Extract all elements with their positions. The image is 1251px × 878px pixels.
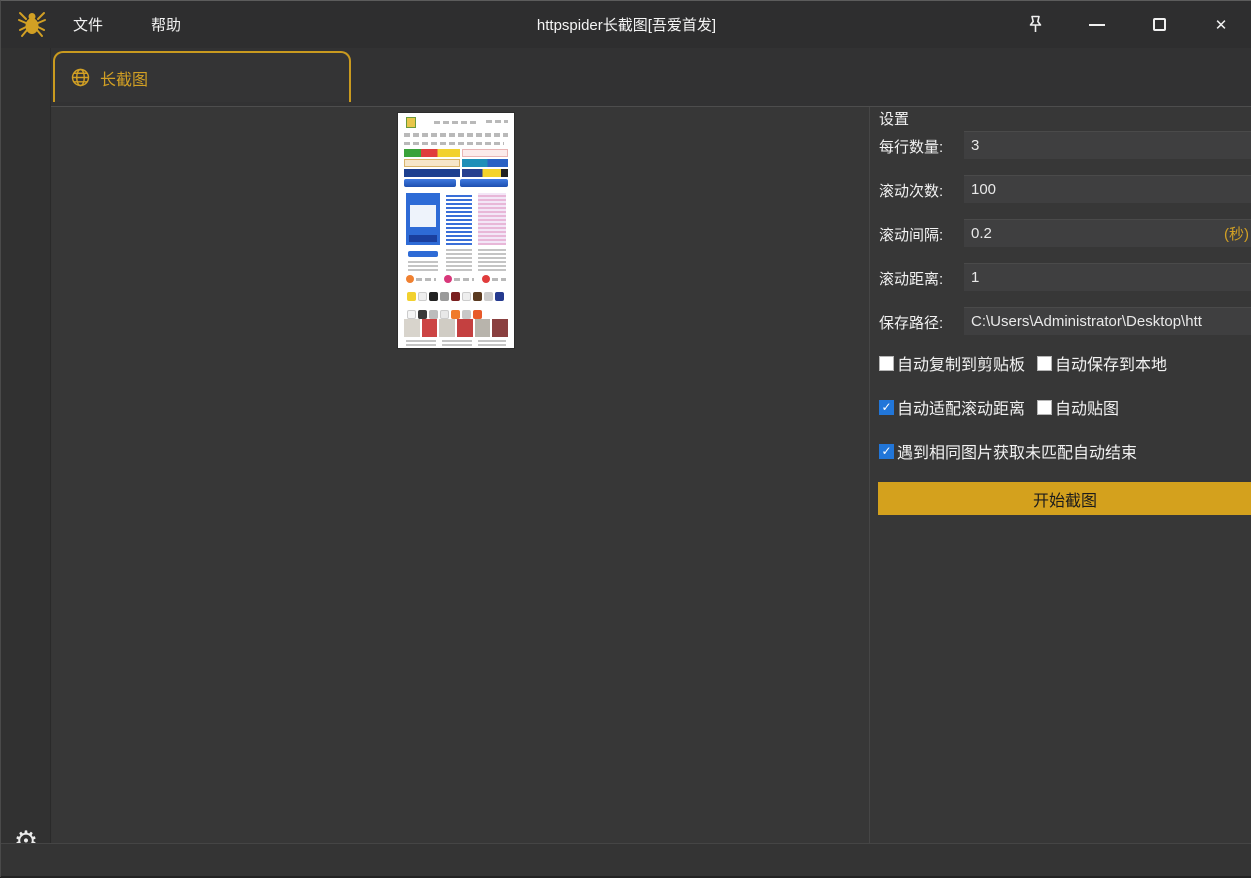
maximize-button[interactable] <box>1128 1 1190 48</box>
seconds-unit-label: (秒) <box>1224 223 1249 244</box>
menu-help[interactable]: 帮助 <box>143 10 189 39</box>
thumb-subnav <box>404 142 504 145</box>
scroll-distance-label: 滚动距离: <box>879 268 943 289</box>
thumb-button-bar-2 <box>460 179 508 187</box>
field-scroll-interval: 滚动间隔: 0.2 (秒) <box>870 219 1251 247</box>
thumb-footer-3 <box>478 340 506 346</box>
thumb-footer-2 <box>442 340 472 346</box>
field-save-path: 保存路径: C:\Users\Administrator\Desktop\htt <box>870 307 1251 335</box>
thumb-text-3 <box>408 261 438 271</box>
thumb-text-2 <box>478 249 506 271</box>
thumb-gallery-row <box>404 319 508 337</box>
field-scroll-distance: 滚动距离: 1 <box>870 263 1251 291</box>
checkbox-row-1: 自动复制到剪贴板 自动保存到本地 <box>879 351 1167 375</box>
checkbox-row-3: 遇到相同图片获取未匹配自动结束 <box>879 439 1137 463</box>
window-controls: ✕ <box>1004 1 1251 48</box>
checkbox-stop-on-duplicate[interactable]: 遇到相同图片获取未匹配自动结束 <box>879 439 1137 463</box>
save-path-input[interactable]: C:\Users\Administrator\Desktop\htt <box>964 307 1251 335</box>
checkbox-box[interactable] <box>879 444 894 459</box>
minimize-button[interactable] <box>1066 1 1128 48</box>
scroll-interval-input[interactable]: 0.2 <box>964 219 1251 247</box>
thumb-header-right <box>486 120 508 123</box>
thumb-footer-1 <box>406 340 436 346</box>
left-sidebar: ⚙ <box>1 48 51 843</box>
checkbox-auto-paste-image[interactable]: 自动贴图 <box>1037 395 1119 419</box>
checkbox-box[interactable] <box>1037 400 1052 415</box>
thumb-banner-3 <box>404 159 460 167</box>
thumb-navbar <box>404 133 508 137</box>
settings-panel: 设置 每行数量: 3 滚动次数: 100 滚动间隔: 0.2 (秒) 滚动距离:… <box>870 107 1251 843</box>
scroll-count-label: 滚动次数: <box>879 180 943 201</box>
screenshot-preview-area <box>52 107 869 843</box>
checkbox-row-2: 自动适配滚动距离 自动贴图 <box>879 395 1119 419</box>
tab-strip: 长截图 <box>51 48 1251 107</box>
checkbox-auto-save-local[interactable]: 自动保存到本地 <box>1037 351 1167 375</box>
close-button[interactable]: ✕ <box>1190 1 1251 48</box>
thumb-header-text <box>434 121 476 124</box>
thumb-circle-1 <box>406 275 414 283</box>
title-bar: 文件 帮助 httpspider长截图[吾爱首发] ✕ <box>1 1 1251 48</box>
close-icon: ✕ <box>1215 16 1228 34</box>
app-window: 文件 帮助 httpspider长截图[吾爱首发] ✕ <box>0 0 1251 877</box>
pushpin-icon <box>1027 15 1044 34</box>
tab-long-screenshot[interactable]: 长截图 <box>53 51 351 102</box>
thumb-side-panel <box>406 193 440 245</box>
thumb-logo <box>406 117 416 128</box>
globe-icon <box>71 68 90 87</box>
thumb-banner-2 <box>462 149 508 157</box>
thumb-circle-2 <box>444 275 452 283</box>
webpage-thumbnail[interactable] <box>398 113 514 348</box>
thumb-banner-6 <box>462 169 508 177</box>
maximize-icon <box>1153 18 1166 31</box>
thumb-circle-label-3 <box>492 278 506 281</box>
scroll-distance-input[interactable]: 1 <box>964 263 1251 291</box>
scroll-interval-label: 滚动间隔: <box>879 224 943 245</box>
settings-heading: 设置 <box>879 108 909 129</box>
thumb-circle-label-2 <box>454 278 474 281</box>
checkbox-auto-copy-clipboard[interactable]: 自动复制到剪贴板 <box>879 351 1025 375</box>
rows-per-line-input[interactable]: 3 <box>964 131 1251 159</box>
checkbox-box[interactable] <box>879 356 894 371</box>
thumb-banner-5 <box>404 169 460 177</box>
save-path-label: 保存路径: <box>879 312 943 333</box>
thumb-banner-4 <box>462 159 508 167</box>
thumb-circle-3 <box>482 275 490 283</box>
checkbox-box[interactable] <box>879 400 894 415</box>
field-rows-per-line: 每行数量: 3 <box>870 131 1251 159</box>
thumb-link-list-2 <box>478 193 506 245</box>
start-capture-button[interactable]: 开始截图 <box>878 482 1251 515</box>
status-bar <box>1 843 1251 878</box>
rows-per-line-label: 每行数量: <box>879 136 943 157</box>
thumb-banner-1 <box>404 149 460 157</box>
thumb-link-list-1 <box>446 193 472 245</box>
tab-label: 长截图 <box>100 66 148 90</box>
checkbox-auto-fit-scroll-distance[interactable]: 自动适配滚动距离 <box>879 395 1025 419</box>
menu-file[interactable]: 文件 <box>65 10 111 39</box>
menu-bar: 文件 帮助 <box>65 1 189 48</box>
field-scroll-count: 滚动次数: 100 <box>870 175 1251 203</box>
thumb-text-1 <box>446 249 472 271</box>
thumb-icon-grid <box>406 289 508 315</box>
checkbox-box[interactable] <box>1037 356 1052 371</box>
thumb-button-bar-1 <box>404 179 456 187</box>
minimize-icon <box>1089 24 1105 26</box>
thumb-circle-label-1 <box>416 278 436 281</box>
spider-logo-icon <box>17 9 47 39</box>
scroll-count-input[interactable]: 100 <box>964 175 1251 203</box>
pin-button[interactable] <box>1004 1 1066 48</box>
thumb-blue-button <box>408 251 438 257</box>
